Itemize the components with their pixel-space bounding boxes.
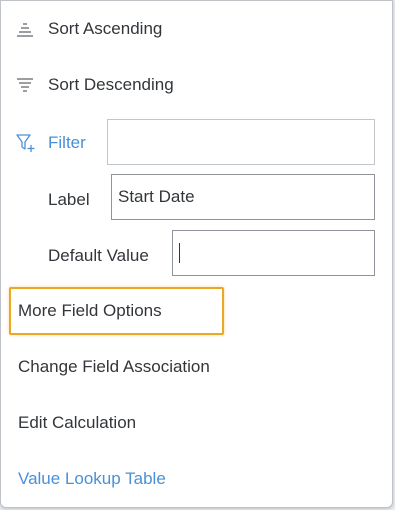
- sort-descending-label: Sort Descending: [48, 75, 174, 94]
- filter-add-icon: [16, 134, 35, 152]
- sort-descending-icon: [17, 78, 33, 92]
- sort-ascending-icon: [17, 23, 33, 37]
- value-lookup-table-item[interactable]: Value Lookup Table: [1, 451, 392, 507]
- value-lookup-table-label: Value Lookup Table: [18, 469, 166, 488]
- text-cursor: [179, 243, 180, 263]
- field-context-menu: Sort Ascending Sort Descending Filter La…: [0, 0, 393, 508]
- default-value-label: Default Value: [48, 246, 149, 265]
- change-field-association-label: Change Field Association: [18, 357, 210, 376]
- edit-calculation-item[interactable]: Edit Calculation: [1, 395, 392, 451]
- label-input[interactable]: Start Date: [111, 174, 375, 220]
- more-field-options-item[interactable]: More Field Options: [1, 283, 392, 339]
- label-field-label: Label: [48, 190, 90, 209]
- sort-descending-item[interactable]: Sort Descending: [1, 57, 392, 113]
- edit-calculation-label: Edit Calculation: [18, 413, 137, 432]
- default-value-input[interactable]: [172, 230, 375, 276]
- label-input-value: Start Date: [118, 187, 195, 206]
- sort-ascending-label: Sort Ascending: [48, 19, 163, 38]
- filter-input[interactable]: [107, 119, 375, 165]
- filter-label: Filter: [48, 133, 86, 152]
- sort-ascending-item[interactable]: Sort Ascending: [1, 1, 392, 57]
- more-field-options-label: More Field Options: [18, 301, 162, 320]
- change-field-association-item[interactable]: Change Field Association: [1, 339, 392, 395]
